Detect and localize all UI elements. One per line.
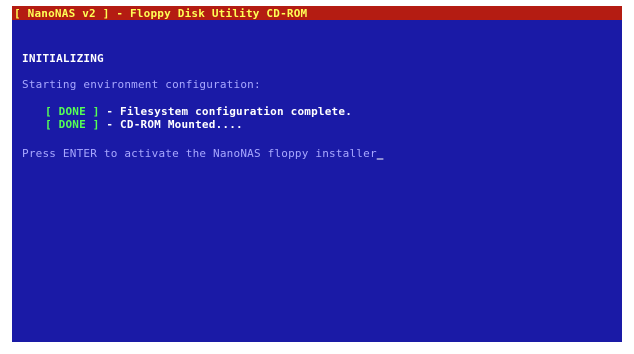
- initializing-heading: INITIALIZING: [22, 52, 104, 65]
- done-badge: [ DONE ]: [45, 105, 100, 118]
- status-row: [ DONE ] - CD-ROM Mounted....: [45, 118, 243, 131]
- enter-prompt: Press ENTER to activate the NanoNAS flop…: [22, 147, 384, 160]
- title-bar: [ NanoNAS v2 ] - Floppy Disk Utility CD-…: [12, 6, 622, 20]
- title-text: [ NanoNAS v2 ] - Floppy Disk Utility CD-…: [14, 7, 308, 20]
- done-badge: [ DONE ]: [45, 118, 100, 131]
- status-row: [ DONE ] - Filesystem configuration comp…: [45, 105, 352, 118]
- text-cursor: _: [376, 147, 384, 160]
- status-section-title: Starting environment configuration:: [22, 78, 261, 91]
- status-text: - CD-ROM Mounted....: [99, 118, 243, 131]
- prompt-text: Press ENTER to activate the NanoNAS flop…: [22, 147, 377, 160]
- console-screen[interactable]: [ NanoNAS v2 ] - Floppy Disk Utility CD-…: [12, 6, 622, 342]
- status-text: - Filesystem configuration complete.: [99, 105, 353, 118]
